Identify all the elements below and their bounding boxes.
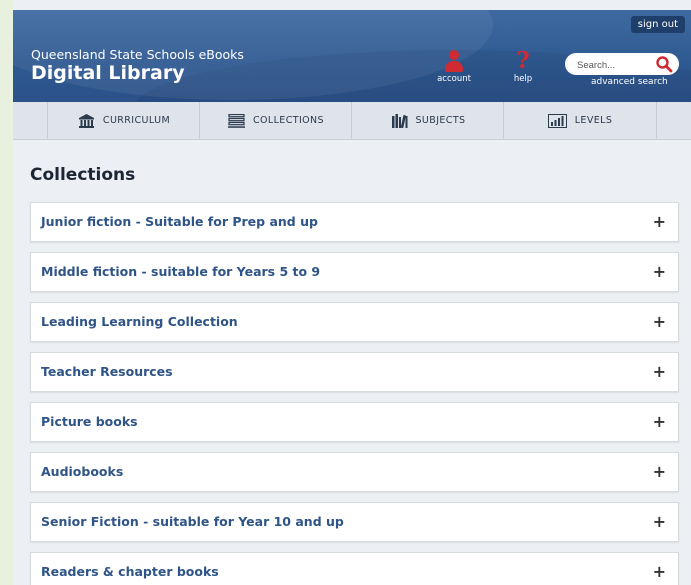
collection-picture-books[interactable]: Picture books + xyxy=(30,402,679,442)
search-icon[interactable] xyxy=(655,55,673,73)
nav-item-collections[interactable]: COLLECTIONS xyxy=(199,102,352,139)
expand-icon[interactable]: + xyxy=(653,212,666,231)
expand-icon[interactable]: + xyxy=(653,262,666,281)
expand-icon[interactable]: + xyxy=(653,412,666,431)
collection-label: Teacher Resources xyxy=(41,364,173,379)
expand-icon[interactable]: + xyxy=(653,562,666,581)
collection-junior-fiction[interactable]: Junior fiction - Suitable for Prep and u… xyxy=(30,202,679,242)
site-header: sign out Queensland State Schools eBooks… xyxy=(13,10,691,102)
main-nav: CURRICULUM COLLECTIONS SUBJECTS LEVELS xyxy=(13,102,691,140)
search-input[interactable] xyxy=(575,56,659,74)
page-title: Collections xyxy=(30,165,136,185)
collection-teacher-resources[interactable]: Teacher Resources + xyxy=(30,352,679,392)
sign-out-button[interactable]: sign out xyxy=(630,16,685,33)
nav-item-subjects[interactable]: SUBJECTS xyxy=(351,102,504,139)
collection-label: Leading Learning Collection xyxy=(41,314,238,329)
books-icon xyxy=(391,113,408,128)
nav-item-levels[interactable]: LEVELS xyxy=(503,102,657,139)
account-button[interactable]: account xyxy=(429,50,479,84)
collection-label: Middle fiction - suitable for Years 5 to… xyxy=(41,264,321,279)
nav-label: COLLECTIONS xyxy=(253,115,324,126)
collection-leading-learning[interactable]: Leading Learning Collection + xyxy=(30,302,679,342)
expand-icon[interactable]: + xyxy=(653,512,666,531)
collection-senior-fiction[interactable]: Senior Fiction - suitable for Year 10 an… xyxy=(30,502,679,542)
collection-label: Picture books xyxy=(41,414,138,429)
nav-label: CURRICULUM xyxy=(102,115,171,126)
page: sign out Queensland State Schools eBooks… xyxy=(13,0,691,585)
expand-icon[interactable]: + xyxy=(653,462,666,481)
nav-item-curriculum[interactable]: CURRICULUM xyxy=(47,102,200,139)
help-icon: ? xyxy=(516,47,530,74)
search-box xyxy=(565,53,679,75)
account-label: account xyxy=(437,74,471,84)
collection-audiobooks[interactable]: Audiobooks + xyxy=(30,452,679,492)
list-icon xyxy=(228,113,246,128)
account-icon xyxy=(442,50,466,72)
collection-label: Audiobooks xyxy=(41,464,124,479)
site-title[interactable]: Digital Library xyxy=(31,62,185,84)
bar-chart-icon xyxy=(547,113,567,128)
advanced-search-link[interactable]: advanced search xyxy=(591,77,668,87)
nav-label: SUBJECTS xyxy=(415,115,466,126)
collection-label: Readers & chapter books xyxy=(41,564,219,579)
collection-label: Senior Fiction - suitable for Year 10 an… xyxy=(41,514,344,529)
building-icon xyxy=(78,113,95,128)
help-button[interactable]: ? help xyxy=(498,47,548,84)
expand-icon[interactable]: + xyxy=(653,362,666,381)
collection-readers-chapter-books[interactable]: Readers & chapter books + xyxy=(30,552,679,585)
help-label: help xyxy=(513,74,533,84)
collection-label: Junior fiction - Suitable for Prep and u… xyxy=(41,214,318,229)
nav-label: LEVELS xyxy=(574,115,613,126)
expand-icon[interactable]: + xyxy=(653,312,666,331)
site-subtitle: Queensland State Schools eBooks xyxy=(31,47,244,62)
collection-middle-fiction[interactable]: Middle fiction - suitable for Years 5 to… xyxy=(30,252,679,292)
